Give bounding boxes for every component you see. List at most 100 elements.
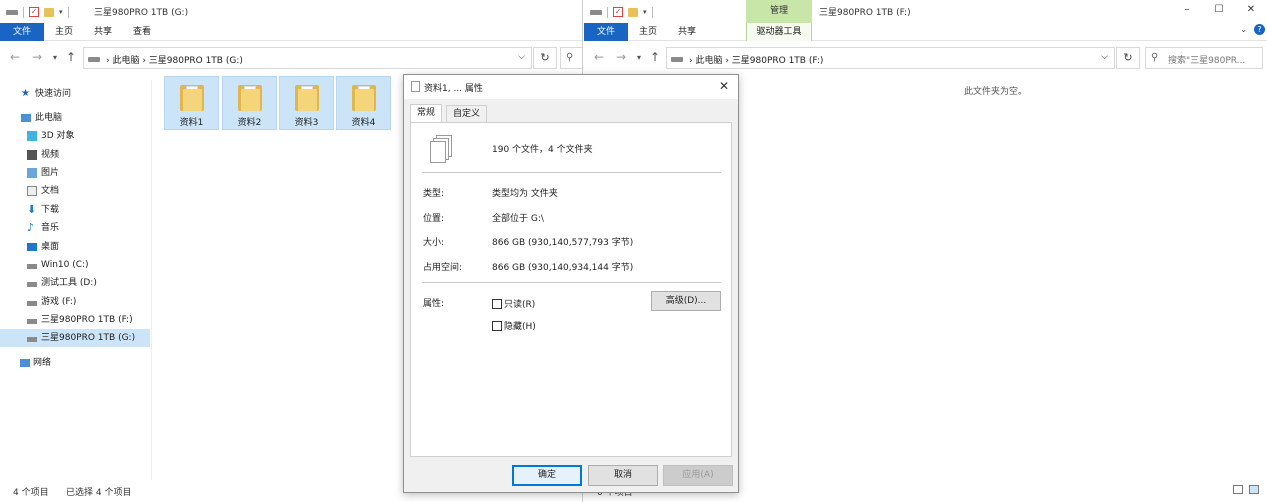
properties-check-icon[interactable]: ✓: [29, 7, 39, 17]
tab-share[interactable]: 共享: [86, 23, 120, 41]
folder-label: 资料2: [237, 118, 262, 128]
chevron-down-icon[interactable]: ⌵: [1101, 52, 1108, 62]
customize-toolbar-icon[interactable]: ▾: [59, 8, 63, 16]
chevron-down-icon[interactable]: ⌵: [518, 52, 525, 62]
tab-customize[interactable]: 自定义: [446, 105, 488, 123]
nav-drive-f-games[interactable]: 游戏 (F:): [0, 293, 150, 311]
item-count: 4 个项目: [13, 488, 49, 498]
title-bar: ✓ ▾ 三星980PRO 1TB (G:): [0, 0, 582, 23]
tab-view[interactable]: 查看: [125, 23, 159, 41]
help-icon[interactable]: ?: [1254, 24, 1265, 35]
search-input[interactable]: ⚲: [560, 47, 582, 69]
up-arrow-icon[interactable]: ↑: [66, 50, 76, 64]
size-on-disk-value: 866 GB (930,140,934,144 字节): [492, 263, 634, 273]
tab-drive-tools[interactable]: 驱动器工具: [746, 23, 812, 41]
address-bar[interactable]: › 此电脑 › 三星980PRO 1TB (G:) ⌵: [83, 47, 532, 69]
tab-file[interactable]: 文件: [0, 23, 44, 41]
forward-arrow-icon[interactable]: →: [32, 50, 42, 64]
nav-pictures[interactable]: 图片: [0, 164, 150, 182]
back-arrow-icon[interactable]: ←: [594, 50, 604, 64]
checkbox-icon: [492, 299, 502, 309]
ribbon-tabs: 文件 主页 共享: [584, 23, 1267, 41]
folder-icon: [180, 83, 204, 111]
nav-3d-objects[interactable]: 3D 对象: [0, 127, 150, 145]
drive-icon: [671, 57, 683, 62]
nav-desktop[interactable]: 桌面: [0, 238, 150, 256]
window-title: 三星980PRO 1TB (F:): [819, 8, 911, 18]
video-icon: [27, 150, 37, 160]
details-view-icon[interactable]: [1233, 485, 1243, 494]
navigation-bar: ← → ▾ ↑ › 此电脑 › 三星980PRO 1TB (F:) ⌵ ↻ ⚲ …: [584, 44, 1267, 70]
nav-drive-d[interactable]: 测试工具 (D:): [0, 274, 150, 292]
new-folder-icon[interactable]: [44, 7, 54, 17]
folder-item[interactable]: 资料2: [222, 76, 277, 130]
nav-documents[interactable]: 文档: [0, 182, 150, 200]
dialog-title-bar: 资料1, ... 属性 ✕: [404, 75, 738, 99]
size-label: 大小:: [423, 238, 445, 248]
nav-quick-access[interactable]: ★ 快速访问: [0, 85, 150, 103]
hidden-checkbox[interactable]: 隐藏(H): [492, 319, 536, 332]
forward-arrow-icon[interactable]: →: [616, 50, 626, 64]
window-controls: – ☐ ✕: [1171, 4, 1267, 15]
nav-videos[interactable]: 视频: [0, 146, 150, 164]
folder-item[interactable]: 资料4: [336, 76, 391, 130]
empty-folder-message: 此文件夹为空。: [964, 87, 1028, 97]
checkbox-icon: [492, 321, 502, 331]
nav-drive-c[interactable]: Win10 (C:): [0, 256, 150, 274]
document-icon: [411, 81, 420, 92]
nav-network[interactable]: 网络: [0, 354, 150, 372]
ok-button[interactable]: 确定: [512, 465, 582, 486]
search-icon: ⚲: [1151, 52, 1159, 63]
download-icon: ⬇: [27, 203, 37, 216]
music-icon: ♪: [27, 221, 35, 234]
chevron-down-icon[interactable]: ⌄: [1240, 25, 1247, 34]
refresh-button[interactable]: ↻: [533, 47, 557, 69]
customize-toolbar-icon[interactable]: ▾: [643, 8, 647, 16]
recent-locations-icon[interactable]: ▾: [637, 53, 641, 62]
location-label: 位置:: [423, 214, 445, 224]
size-on-disk-label: 占用空间:: [423, 263, 463, 273]
recent-locations-icon[interactable]: ▾: [53, 53, 57, 62]
search-input[interactable]: ⚲ 搜索"三星980PR...: [1145, 47, 1263, 69]
properties-dialog: 资料1, ... 属性 ✕ 常规 自定义 190 个文件，4 个文件夹 类型: …: [403, 74, 739, 493]
readonly-label: 只读(R): [504, 300, 536, 310]
nav-music[interactable]: ♪ 音乐: [0, 219, 150, 237]
folder-icon: [238, 83, 262, 111]
folder-item[interactable]: 资料1: [164, 76, 219, 130]
folder-icon: [295, 83, 319, 111]
folder-item[interactable]: 资料3: [279, 76, 334, 130]
nav-this-pc[interactable]: 此电脑: [0, 109, 150, 127]
dialog-title: 资料1, ... 属性: [424, 84, 483, 94]
tab-share[interactable]: 共享: [670, 23, 704, 41]
picture-icon: [27, 168, 37, 178]
tab-home[interactable]: 主页: [631, 23, 665, 41]
advanced-button[interactable]: 高级(D)...: [651, 291, 721, 311]
maximize-icon[interactable]: ☐: [1203, 4, 1235, 15]
up-arrow-icon[interactable]: ↑: [650, 50, 660, 64]
tab-file[interactable]: 文件: [584, 23, 628, 41]
tab-home[interactable]: 主页: [47, 23, 81, 41]
title-bar: ✓ ▾ 管理 三星980PRO 1TB (F:) – ☐ ✕: [584, 0, 1267, 23]
cancel-button[interactable]: 取消: [588, 465, 658, 486]
address-bar[interactable]: › 此电脑 › 三星980PRO 1TB (F:) ⌵: [666, 47, 1115, 69]
close-icon[interactable]: ✕: [1235, 4, 1267, 15]
selected-count: 已选择 4 个项目: [66, 488, 132, 498]
refresh-button[interactable]: ↻: [1116, 47, 1140, 69]
folder-icon: [352, 83, 376, 111]
folder-label: 资料1: [179, 118, 204, 128]
close-icon[interactable]: ✕: [719, 79, 729, 93]
tab-general[interactable]: 常规: [410, 104, 443, 124]
nav-downloads[interactable]: ⬇ 下载: [0, 201, 150, 219]
new-folder-icon[interactable]: [628, 7, 638, 17]
readonly-checkbox[interactable]: 只读(R): [492, 297, 536, 310]
search-placeholder: 搜索"三星980PR...: [1168, 56, 1246, 66]
large-icons-view-icon[interactable]: [1249, 485, 1259, 494]
properties-check-icon[interactable]: ✓: [613, 7, 623, 17]
apply-button[interactable]: 应用(A): [663, 465, 733, 486]
minimize-icon[interactable]: –: [1171, 4, 1203, 15]
nav-drive-g-samsung[interactable]: 三星980PRO 1TB (G:): [0, 329, 150, 347]
back-arrow-icon[interactable]: ←: [10, 50, 20, 64]
windows-drive-icon: [27, 264, 37, 269]
nav-drive-f-samsung[interactable]: 三星980PRO 1TB (F:): [0, 311, 150, 329]
computer-icon: [21, 114, 31, 122]
